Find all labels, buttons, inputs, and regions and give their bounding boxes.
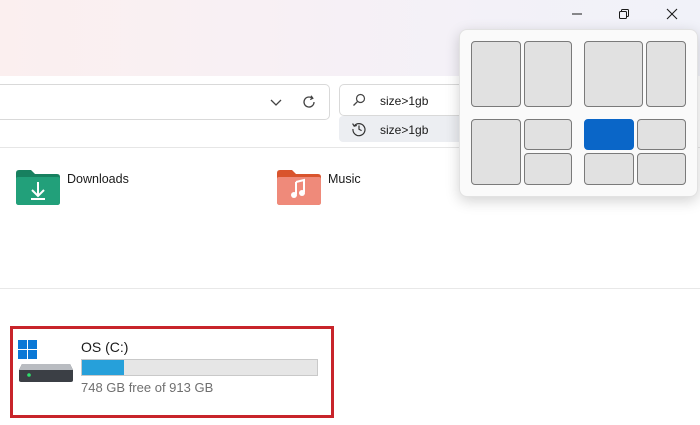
snap-right-top-zone[interactable]	[524, 119, 572, 150]
section-divider	[0, 288, 700, 289]
chevron-down-icon[interactable]	[268, 94, 284, 110]
downloads-folder-icon	[15, 168, 61, 211]
drive-free-space: 748 GB free of 913 GB	[81, 380, 214, 395]
windows-drive-icon	[16, 338, 74, 389]
folder-downloads-label: Downloads	[67, 172, 129, 186]
history-icon	[351, 121, 367, 142]
snap-two-columns-right-zone[interactable]	[524, 41, 572, 107]
snap-quadrant-top-right-zone[interactable]	[637, 119, 686, 150]
drive-usage-bar	[81, 359, 318, 376]
snap-quadrant-bottom-right-zone[interactable]	[637, 153, 686, 185]
drive-usage-fill	[82, 360, 125, 375]
search-icon	[352, 93, 366, 112]
drive-name: OS (C:)	[81, 339, 129, 355]
snap-narrow-right-zone[interactable]	[646, 41, 686, 107]
close-icon	[666, 8, 678, 20]
minimize-icon	[571, 8, 583, 20]
folder-music-label: Music	[328, 172, 361, 186]
snap-right-bottom-zone[interactable]	[524, 153, 572, 185]
search-suggestion-label: size>1gb	[380, 123, 429, 137]
snap-quadrant-top-left-zone[interactable]	[584, 119, 634, 150]
close-button[interactable]	[649, 0, 695, 28]
refresh-icon[interactable]	[301, 94, 317, 110]
restore-icon	[618, 8, 630, 20]
snap-layouts-flyout	[459, 29, 698, 197]
snap-wide-left-zone[interactable]	[584, 41, 643, 107]
music-folder-icon	[276, 168, 322, 211]
minimize-button[interactable]	[554, 0, 600, 28]
snap-two-columns-left-zone[interactable]	[471, 41, 521, 107]
snap-quadrant-bottom-left-zone[interactable]	[584, 153, 634, 185]
search-query[interactable]: size>1gb	[380, 94, 428, 108]
snap-left-column-zone[interactable]	[471, 119, 521, 185]
restore-button[interactable]	[601, 0, 647, 28]
